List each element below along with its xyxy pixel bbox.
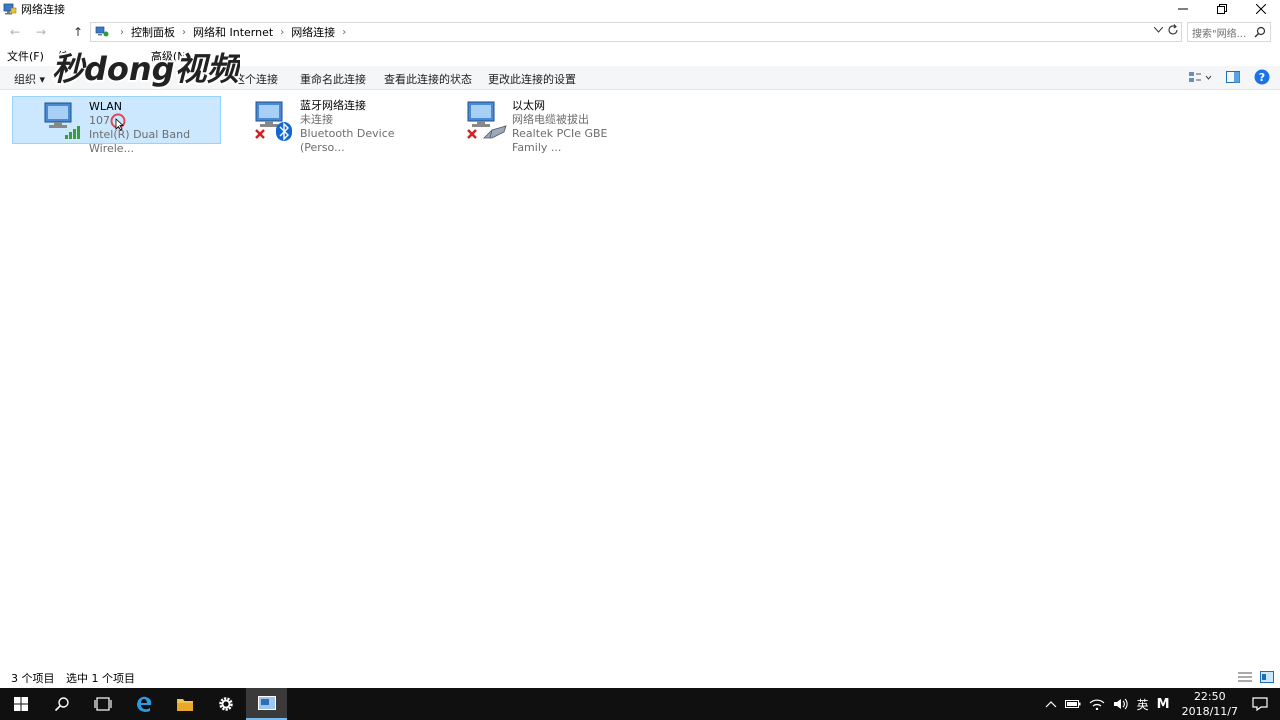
settings-button[interactable]: [205, 688, 246, 720]
breadcrumb-network-connections[interactable]: 网络连接 ›: [291, 24, 353, 40]
item-count: 3 个项目: [11, 672, 55, 685]
battery-icon[interactable]: [1061, 699, 1085, 709]
forward-arrow-icon: →: [35, 25, 47, 39]
close-button[interactable]: [1241, 0, 1280, 18]
organize-button[interactable]: 组织 ▾: [14, 71, 45, 87]
menu-file[interactable]: 文件(F): [0, 48, 51, 64]
clock-time: 22:50: [1193, 690, 1226, 703]
navigation-row: ← → ↑ › 控制面板 › 网络和 Internet › 网络连接 › 搜索"网络.…: [0, 20, 1280, 44]
forward-button[interactable]: →: [29, 21, 53, 43]
windows-logo-icon: [13, 697, 28, 711]
task-view-button[interactable]: [82, 688, 123, 720]
wifi-network-icon: [43, 99, 87, 143]
tiles-view-icon[interactable]: [1260, 671, 1274, 686]
connection-status: 107: [89, 114, 110, 127]
connection-status: 网络电缆被拔出: [512, 113, 589, 126]
show-hidden-icons-chevron-icon[interactable]: [1041, 700, 1061, 708]
connection-item-wlan[interactable]: WLAN 107 Intel(R) Dual Band Wirele...: [12, 96, 221, 155]
svg-text:秒dong视频: 秒dong视频: [52, 50, 240, 88]
taskbar: 英 M 22:50 2018/11/7: [0, 688, 1280, 720]
search-placeholder: 搜索"网络...: [1192, 28, 1247, 40]
ethernet-network-icon: [466, 98, 510, 142]
folder-icon: [176, 699, 193, 711]
up-arrow-icon: ↑: [72, 25, 84, 39]
network-connections-taskbar-button[interactable]: [246, 688, 287, 720]
close-icon: [1255, 4, 1266, 14]
search-icon: [54, 697, 69, 712]
file-explorer-button[interactable]: [164, 688, 205, 720]
change-settings-button[interactable]: 更改此连接的设置: [488, 71, 576, 87]
connections-list: WLAN 107 Intel(R) Dual Band Wirele... 蓝牙…: [0, 91, 1280, 668]
restore-icon: [1216, 4, 1227, 14]
network-window-icon: [257, 696, 276, 710]
gear-icon: [218, 697, 233, 711]
minimize-button[interactable]: [1163, 0, 1202, 18]
title-bar: 网络连接: [0, 0, 1280, 18]
connection-name: WLAN: [89, 100, 123, 113]
view-toggle: [1238, 671, 1274, 686]
connection-item-ethernet[interactable]: 以太网 网络电缆被拔出 Realtek PCIe GBE Family ...: [436, 96, 645, 154]
clock[interactable]: 22:50 2018/11/7: [1174, 689, 1246, 719]
taskbar-search-button[interactable]: [41, 688, 82, 720]
input-language-indicator[interactable]: 英: [1133, 696, 1153, 713]
window-controls: [1163, 0, 1280, 18]
rename-connection-button[interactable]: 重命名此连接: [300, 71, 366, 87]
disconnected-x-icon: [255, 129, 265, 139]
preview-pane-icon[interactable]: [1226, 71, 1240, 86]
disable-connection-button[interactable]: 这个连接: [234, 71, 278, 87]
connection-name: 蓝牙网络连接: [300, 99, 366, 112]
connection-status: 未连接: [300, 113, 333, 126]
clock-date: 2018/11/7: [1181, 705, 1238, 718]
control-panel-icon: [95, 26, 109, 37]
edge-icon: [136, 696, 151, 712]
restore-button[interactable]: [1202, 0, 1241, 18]
minimize-icon: [1177, 8, 1188, 10]
view-options-icon[interactable]: [1188, 70, 1212, 87]
search-icon: [1254, 26, 1266, 38]
action-center-button[interactable]: [1246, 697, 1280, 711]
window-title: 网络连接: [21, 3, 65, 16]
bluetooth-network-icon: [254, 98, 298, 142]
search-input[interactable]: 搜索"网络...: [1187, 22, 1271, 42]
address-dropdown-icon[interactable]: [1153, 25, 1164, 36]
selected-count: 选中 1 个项目: [66, 672, 135, 685]
system-tray: 英 M 22:50 2018/11/7: [1041, 688, 1280, 720]
breadcrumb-separator: ›: [120, 26, 124, 38]
disconnected-x-icon: [467, 129, 477, 139]
task-view-icon: [93, 697, 112, 711]
command-bar-tools: ?: [1188, 69, 1270, 88]
status-bar: 3 个项目 选中 1 个项目: [0, 669, 1280, 687]
breadcrumb-network-internet[interactable]: 网络和 Internet ›: [193, 24, 291, 40]
notification-icon: [1252, 697, 1268, 711]
input-method-indicator[interactable]: M: [1153, 697, 1174, 712]
details-view-icon[interactable]: [1238, 671, 1252, 686]
connection-name: 以太网: [512, 99, 545, 112]
watermark-logo: 秒dong视频: [50, 48, 240, 90]
wifi-icon[interactable]: [1085, 698, 1109, 710]
refresh-icon[interactable]: [1167, 24, 1179, 39]
edge-browser-button[interactable]: [123, 688, 164, 720]
network-connections-icon: [3, 3, 17, 15]
volume-icon[interactable]: [1109, 698, 1133, 710]
breadcrumb-control-panel[interactable]: 控制面板 ›: [131, 24, 193, 40]
up-button[interactable]: ↑: [66, 21, 90, 43]
address-bar[interactable]: › 控制面板 › 网络和 Internet › 网络连接 ›: [90, 22, 1182, 42]
back-button[interactable]: ←: [3, 21, 27, 43]
back-arrow-icon: ←: [9, 25, 21, 39]
connection-device: Intel(R) Dual Band Wirele...: [89, 128, 191, 155]
connection-device: Bluetooth Device (Perso...: [300, 127, 395, 154]
connection-device: Realtek PCIe GBE Family ...: [512, 127, 608, 154]
mouse-cursor-icon: [110, 113, 126, 131]
view-status-button[interactable]: 查看此连接的状态: [384, 71, 472, 87]
svg-text:?: ?: [1259, 71, 1265, 84]
start-button[interactable]: [0, 688, 41, 720]
connection-item-bluetooth[interactable]: 蓝牙网络连接 未连接 Bluetooth Device (Perso...: [224, 96, 433, 154]
help-icon[interactable]: ?: [1254, 69, 1270, 88]
